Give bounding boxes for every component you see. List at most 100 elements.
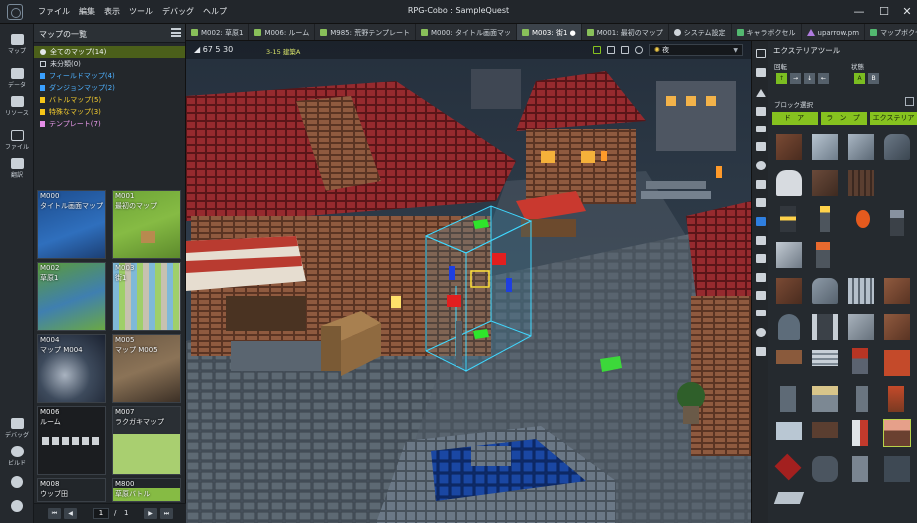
- tree-item-uncategorized[interactable]: 未分類(0): [34, 58, 185, 70]
- exterior-tool-icon[interactable]: [756, 217, 766, 226]
- block-item[interactable]: [812, 422, 838, 438]
- tab-system-settings[interactable]: システム設定: [669, 24, 732, 40]
- tree-item-special[interactable]: 特殊なマップ(3): [34, 106, 185, 118]
- tree-item-battle[interactable]: バトルマップ(5): [34, 94, 185, 106]
- rail-map[interactable]: マップ: [0, 34, 34, 55]
- rail-translate[interactable]: 翻訳: [0, 158, 34, 179]
- grid-icon[interactable]: [593, 46, 601, 54]
- block-item[interactable]: [852, 456, 868, 482]
- pencil-icon[interactable]: [756, 107, 766, 116]
- block-item[interactable]: [776, 170, 802, 196]
- block-item[interactable]: [848, 314, 874, 340]
- tree-icon[interactable]: [756, 198, 766, 207]
- map-thumb-m006[interactable]: M006 ルーム: [37, 406, 106, 475]
- block-item[interactable]: [776, 134, 802, 160]
- map-thumb-m004[interactable]: M004 マップ M004: [37, 334, 106, 403]
- minimize-button[interactable]: —: [850, 3, 868, 21]
- block-item[interactable]: [884, 134, 910, 160]
- first-page-button[interactable]: ⏮: [48, 508, 61, 519]
- rotate-up-button[interactable]: ↑: [776, 73, 787, 84]
- pillar-icon[interactable]: [756, 236, 766, 245]
- notebook-icon[interactable]: [756, 68, 766, 77]
- block-item[interactable]: [848, 170, 874, 196]
- state-b-button[interactable]: B: [868, 73, 879, 84]
- close-button[interactable]: ✕: [898, 3, 916, 21]
- rail-data[interactable]: データ: [0, 68, 34, 89]
- category-door-button[interactable]: ド ア: [772, 112, 818, 125]
- rotate-right-button[interactable]: →: [790, 73, 801, 84]
- menu-tools[interactable]: ツール: [129, 6, 153, 17]
- menu-view[interactable]: 表示: [104, 6, 120, 17]
- roof-icon[interactable]: [756, 291, 766, 300]
- state-a-button[interactable]: A: [854, 73, 865, 84]
- tab-map-voxel[interactable]: マップボクセル: [865, 24, 917, 40]
- block-item-selected[interactable]: [883, 419, 911, 447]
- tab-m006[interactable]: M006: ルーム: [249, 24, 316, 40]
- water-icon[interactable]: [756, 126, 766, 132]
- map-thumb-m003[interactable]: M003 街1: [112, 262, 181, 331]
- block-item[interactable]: [812, 170, 838, 196]
- camera-icon[interactable]: [621, 46, 629, 54]
- menu-icon[interactable]: [171, 28, 181, 37]
- fill-icon[interactable]: [756, 310, 766, 316]
- fullscreen-icon[interactable]: [756, 49, 766, 58]
- door-icon[interactable]: [756, 254, 766, 263]
- light-icon[interactable]: [635, 46, 643, 54]
- tab-uparrow[interactable]: uparrow.pm: [802, 24, 866, 40]
- block-item[interactable]: [812, 456, 838, 482]
- block-item[interactable]: [816, 242, 830, 268]
- sparkle-icon[interactable]: [756, 180, 766, 189]
- map-thumb-m005[interactable]: M005 マップ M005: [112, 334, 181, 403]
- tree-item-field[interactable]: フィールドマップ(4): [34, 70, 185, 82]
- tree-item-dungeon[interactable]: ダンジョンマップ(2): [34, 82, 185, 94]
- menu-help[interactable]: ヘルプ: [203, 6, 227, 17]
- menu-edit[interactable]: 編集: [79, 6, 95, 17]
- map-thumb-m800[interactable]: M800 草原バトル: [112, 478, 181, 502]
- block-item[interactable]: [848, 278, 874, 304]
- block-item[interactable]: [812, 386, 838, 412]
- block-item[interactable]: [852, 420, 868, 446]
- block-item[interactable]: [884, 350, 910, 376]
- block-item[interactable]: [848, 134, 874, 160]
- block-item[interactable]: [884, 456, 910, 482]
- rail-build[interactable]: ビルド: [0, 446, 34, 467]
- tab-character-voxel[interactable]: キャラボクセル: [732, 24, 802, 40]
- block-item[interactable]: [884, 278, 910, 304]
- rail-account[interactable]: [0, 476, 34, 488]
- block-item[interactable]: [890, 210, 904, 236]
- map-thumb-m002[interactable]: M002 草原1: [37, 262, 106, 331]
- rotate-left-button[interactable]: ←: [818, 73, 829, 84]
- tab-m985[interactable]: M985: 荒野テンプレート: [315, 24, 416, 40]
- layer-icon[interactable]: [607, 46, 615, 54]
- tab-m000[interactable]: M000: タイトル画面マッ: [416, 24, 517, 40]
- block-item[interactable]: [776, 422, 802, 440]
- wall-icon[interactable]: [756, 142, 766, 151]
- block-item[interactable]: [820, 206, 830, 232]
- block-item[interactable]: [856, 386, 868, 412]
- page-number-input[interactable]: 1: [93, 508, 109, 519]
- tree-item-all[interactable]: 全てのマップ(14): [34, 46, 185, 58]
- erase-icon[interactable]: [756, 328, 766, 337]
- menu-debug[interactable]: デバッグ: [162, 6, 194, 17]
- block-item[interactable]: [812, 134, 838, 160]
- block-item[interactable]: [812, 350, 838, 366]
- map-thumb-m007[interactable]: M007 ラクガキマップ: [112, 406, 181, 475]
- block-item[interactable]: [852, 348, 868, 374]
- rail-debug[interactable]: デバッグ: [0, 418, 34, 439]
- block-item[interactable]: [780, 386, 796, 412]
- map-thumb-m001[interactable]: M001 最初のマップ: [112, 190, 181, 259]
- block-item[interactable]: [812, 278, 838, 304]
- block-item[interactable]: [773, 492, 805, 504]
- terrain-icon[interactable]: [756, 89, 766, 97]
- menu-file[interactable]: ファイル: [38, 6, 70, 17]
- block-item[interactable]: [856, 210, 870, 228]
- globe-icon[interactable]: [756, 161, 766, 170]
- next-page-button[interactable]: ▶: [144, 508, 157, 519]
- rail-file[interactable]: ファイル: [0, 130, 34, 151]
- map-thumb-m000[interactable]: M000 タイトル画面マップ: [37, 190, 106, 259]
- time-of-day-select[interactable]: ✺ 夜 ▼: [649, 44, 743, 56]
- block-item[interactable]: [776, 350, 802, 364]
- block-item[interactable]: [776, 242, 802, 268]
- block-item[interactable]: [774, 453, 802, 481]
- tree-item-template[interactable]: テンプレート(7): [34, 118, 185, 130]
